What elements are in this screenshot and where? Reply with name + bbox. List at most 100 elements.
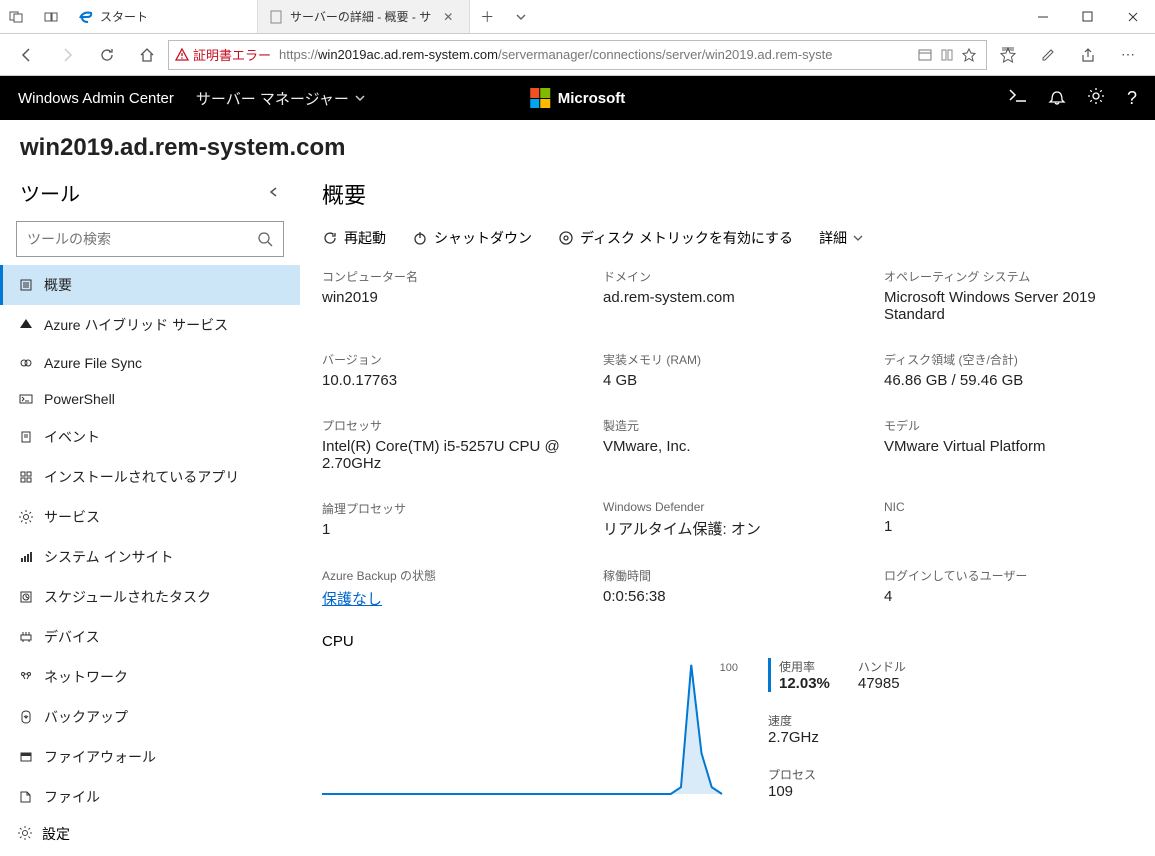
tool-icon bbox=[18, 277, 34, 293]
tab-actions-icon[interactable] bbox=[0, 0, 34, 33]
tab-preview-icon[interactable] bbox=[34, 0, 68, 33]
chevron-down-icon bbox=[853, 233, 863, 243]
property-value: Intel(R) Core(TM) i5-5257U CPU @ 2.70GHz bbox=[322, 438, 583, 472]
home-button[interactable] bbox=[128, 36, 166, 74]
sidebar-item-10[interactable]: ネットワーク bbox=[0, 657, 300, 697]
edge-favicon bbox=[78, 9, 94, 25]
search-icon bbox=[257, 231, 273, 247]
collapse-sidebar-icon[interactable] bbox=[268, 185, 280, 201]
target-icon bbox=[558, 230, 574, 246]
more-icon[interactable]: ⋯ bbox=[1109, 36, 1147, 74]
tool-label: スケジュールされたタスク bbox=[44, 587, 211, 607]
tool-icon bbox=[18, 317, 34, 333]
sidebar-item-11[interactable]: バックアップ bbox=[0, 697, 300, 737]
favorites-bar-icon[interactable] bbox=[989, 36, 1027, 74]
tool-icon bbox=[18, 709, 34, 725]
notifications-icon[interactable] bbox=[1049, 87, 1065, 110]
reading-view-icon[interactable] bbox=[914, 48, 936, 62]
maximize-button[interactable] bbox=[1065, 0, 1110, 33]
tool-label: システム インサイト bbox=[44, 547, 173, 567]
breadcrumb[interactable]: サーバー マネージャー bbox=[196, 88, 365, 109]
shutdown-button[interactable]: シャットダウン bbox=[412, 228, 532, 248]
cpu-procs: プロセス 109 bbox=[768, 766, 906, 800]
close-button[interactable] bbox=[1110, 0, 1155, 33]
tool-icon bbox=[18, 589, 34, 605]
notes-icon[interactable] bbox=[1029, 36, 1067, 74]
favorite-icon[interactable] bbox=[958, 48, 980, 62]
gear-icon[interactable] bbox=[1087, 87, 1105, 110]
forward-button[interactable] bbox=[48, 36, 86, 74]
property-7: 製造元VMware, Inc. bbox=[603, 417, 864, 472]
minimize-button[interactable] bbox=[1020, 0, 1065, 33]
property-value: リアルタイム保護: オン bbox=[603, 518, 864, 539]
page-favicon bbox=[268, 9, 284, 25]
property-3: バージョン10.0.17763 bbox=[322, 351, 583, 389]
sidebar-item-7[interactable]: システム インサイト bbox=[0, 537, 300, 577]
sidebar-item-9[interactable]: デバイス bbox=[0, 617, 300, 657]
sidebar-item-5[interactable]: インストールされているアプリ bbox=[0, 457, 300, 497]
cert-error-badge[interactable]: 証明書エラー bbox=[175, 45, 271, 64]
cpu-section-title: CPU bbox=[322, 633, 1145, 650]
sidebar-item-12[interactable]: ファイアウォール bbox=[0, 737, 300, 777]
tool-label: ネットワーク bbox=[44, 667, 128, 687]
property-value: VMware, Inc. bbox=[603, 438, 864, 455]
property-label: コンピューター名 bbox=[322, 268, 583, 285]
url-input[interactable]: 証明書エラー https://win2019ac.ad.rem-system.c… bbox=[168, 40, 987, 70]
property-1: ドメインad.rem-system.com bbox=[603, 268, 864, 323]
sidebar-item-4[interactable]: イベント bbox=[0, 417, 300, 457]
property-13: 稼働時間0:0:56:38 bbox=[603, 567, 864, 609]
help-icon[interactable]: ? bbox=[1127, 88, 1137, 109]
tool-label: Azure File Sync bbox=[44, 355, 142, 371]
property-grid: コンピューター名win2019ドメインad.rem-system.comオペレー… bbox=[322, 268, 1145, 609]
reading-list-icon[interactable] bbox=[936, 48, 958, 62]
tool-label: ファイル bbox=[44, 787, 100, 807]
tab-chevron-icon[interactable] bbox=[504, 0, 538, 33]
browser-tab-0[interactable]: スタート bbox=[68, 0, 258, 33]
back-button[interactable] bbox=[8, 36, 46, 74]
refresh-button[interactable] bbox=[88, 36, 126, 74]
property-label: ディスク領域 (空き/合計) bbox=[884, 351, 1145, 368]
sidebar-item-3[interactable]: PowerShell bbox=[0, 381, 300, 417]
property-link[interactable]: 保護なし bbox=[322, 591, 382, 608]
property-8: モデルVMware Virtual Platform bbox=[884, 417, 1145, 472]
new-tab-button[interactable]: ＋ bbox=[470, 0, 504, 33]
sidebar-item-13[interactable]: ファイル bbox=[0, 777, 300, 812]
app-header: Windows Admin Center サーバー マネージャー Microso… bbox=[0, 76, 1155, 120]
sidebar-title: ツール bbox=[20, 178, 80, 207]
property-label: モデル bbox=[884, 417, 1145, 434]
property-value: ad.rem-system.com bbox=[603, 289, 864, 306]
property-0: コンピューター名win2019 bbox=[322, 268, 583, 323]
share-icon[interactable] bbox=[1069, 36, 1107, 74]
sidebar-item-1[interactable]: Azure ハイブリッド サービス bbox=[0, 305, 300, 345]
property-value: 0:0:56:38 bbox=[603, 588, 864, 605]
sidebar-item-0[interactable]: 概要 bbox=[0, 265, 300, 305]
property-11: NIC1 bbox=[884, 500, 1145, 539]
tool-label: サービス bbox=[44, 507, 100, 527]
tool-search[interactable] bbox=[16, 221, 284, 257]
restart-button[interactable]: 再起動 bbox=[322, 228, 386, 248]
tab-title: スタート bbox=[100, 8, 148, 25]
tool-icon bbox=[18, 549, 34, 565]
close-tab-icon[interactable]: ✕ bbox=[441, 10, 455, 24]
console-icon[interactable] bbox=[1009, 89, 1027, 108]
gear-icon bbox=[18, 826, 32, 843]
sidebar-item-8[interactable]: スケジュールされたタスク bbox=[0, 577, 300, 617]
more-actions-button[interactable]: 詳細 bbox=[819, 228, 863, 248]
tool-list[interactable]: 概要Azure ハイブリッド サービス Azure File Sync PowerS… bbox=[0, 265, 300, 812]
action-bar: 再起動 シャットダウン ディスク メトリックを有効にする 詳細 bbox=[322, 228, 1145, 248]
property-value: 10.0.17763 bbox=[322, 372, 583, 389]
sidebar-item-2[interactable]: Azure File Sync bbox=[0, 345, 300, 381]
app-brand[interactable]: Windows Admin Center bbox=[18, 90, 174, 107]
address-bar: 証明書エラー https://win2019ac.ad.rem-system.c… bbox=[0, 34, 1155, 76]
tool-label: イベント bbox=[44, 427, 100, 447]
browser-tab-1[interactable]: サーバーの詳細 - 概要 - サ ✕ bbox=[258, 0, 470, 33]
cpu-speed: 速度 2.7GHz bbox=[768, 712, 906, 746]
property-12: Azure Backup の状態保護なし bbox=[322, 567, 583, 609]
sidebar-item-6[interactable]: サービス bbox=[0, 497, 300, 537]
property-4: 実装メモリ (RAM)4 GB bbox=[603, 351, 864, 389]
search-input[interactable] bbox=[27, 231, 257, 247]
sidebar-settings[interactable]: 設定 bbox=[0, 812, 300, 856]
disk-metrics-button[interactable]: ディスク メトリックを有効にする bbox=[558, 228, 793, 248]
cpu-chart: 100 bbox=[322, 658, 742, 798]
property-label: ログインしているユーザー bbox=[884, 567, 1145, 584]
